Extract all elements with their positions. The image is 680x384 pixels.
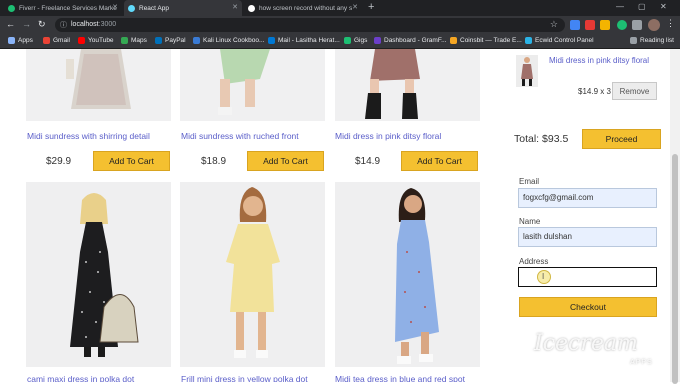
grammarly-extension-icon[interactable] [617,20,627,30]
puzzle-extensions-icon[interactable] [632,20,642,30]
product-title[interactable]: cami maxi dress in polka dot [27,374,134,382]
watermark-subtext: APPS [630,359,653,366]
add-to-cart-button[interactable]: Add To Cart [401,151,478,171]
product-image[interactable] [26,182,171,367]
react-favicon-icon [128,4,135,12]
bookmark-star-icon[interactable]: ☆ [550,19,558,30]
cart-item-thumbnail [516,55,538,87]
address-label: Address [519,257,549,266]
remove-button[interactable]: Remove [612,82,657,100]
close-icon[interactable]: ✕ [112,3,118,11]
close-window-button[interactable]: ✕ [660,2,667,11]
vertical-scrollbar[interactable] [670,49,680,384]
checkout-button[interactable]: Checkout [519,297,657,317]
maximize-button[interactable]: ▢ [638,2,646,11]
email-field[interactable]: fogxcfg@gmail.com [518,188,657,208]
new-tab-button[interactable]: + [368,1,374,13]
address-bar-row: ← → ↻ ⓘ localhost:3000 ☆ ⋮ [0,16,680,34]
paypal-icon [155,37,162,44]
site-info-icon[interactable]: ⓘ [60,20,67,30]
reading-list-icon [630,37,637,44]
bookmark-kali[interactable]: Kali Linux Cookboo... [193,37,264,44]
url-bar[interactable]: ⓘ localhost:3000 ☆ [55,18,565,32]
mouse-cursor-highlight: I [537,270,551,284]
product-title[interactable]: Midi sundress with ruched front [181,131,299,141]
bookmark-dashboard[interactable]: Dashboard - GramF... [374,37,447,44]
ecwid-icon [525,37,532,44]
dashboard-icon [374,37,381,44]
close-icon[interactable]: ✕ [352,3,358,11]
product-image[interactable] [335,49,480,121]
bookmark-paypal[interactable]: PayPal [155,37,186,44]
bookmark-youtube[interactable]: YouTube [78,37,114,44]
product-image[interactable] [180,49,325,121]
product-price: $18.9 [201,156,227,167]
watermark-text: Icecream [534,331,638,356]
add-to-cart-button[interactable]: Add To Cart [247,151,324,171]
kali-icon [193,37,200,44]
add-to-cart-button[interactable]: Add To Cart [93,151,170,171]
bookmark-gmail[interactable]: Gmail [43,37,70,44]
pdf-extension-icon[interactable] [585,20,595,30]
bookmarks-bar: Apps Gmail YouTube Maps PayPal Kali Linu… [0,34,680,49]
proceed-button[interactable]: Proceed [582,129,661,149]
profile-avatar[interactable] [648,19,660,31]
gmail-icon [43,37,50,44]
scrollbar-thumb[interactable] [672,154,678,384]
coinsbit-icon [450,37,457,44]
menu-kebab-icon[interactable]: ⋮ [666,18,675,29]
product-image[interactable] [180,182,325,367]
google-favicon-icon [248,4,255,12]
name-field[interactable]: lasith dulshan [518,227,657,247]
minimize-button[interactable]: — [616,2,624,11]
extension-icon[interactable] [570,20,580,30]
apps-grid-icon [8,37,15,44]
product-title[interactable]: Midi sundress with shirring detail [27,131,150,141]
product-price: $14.9 [355,156,381,167]
cart-item-quantity: $14.9 x 3 [578,87,611,96]
text-cursor-icon: I [542,272,545,281]
product-title[interactable]: Midi tea dress in blue and red spot [335,374,465,382]
tab-react-app[interactable]: React App ✕ [124,0,242,16]
extension-icon[interactable] [600,20,610,30]
tab-search[interactable]: how screen record without any s ✕ [244,0,362,16]
bookmark-coinsbit[interactable]: Coinsbit — Trade E... [450,37,522,44]
page-content: Midi sundress with shirring detail Midi … [0,49,670,382]
name-label: Name [519,217,541,226]
tab-title: Fiverr - Freelance Services Marke [19,4,117,12]
tab-title: React App [139,4,169,12]
close-icon[interactable]: ✕ [232,3,238,11]
bookmark-maps[interactable]: Maps [121,37,147,44]
fiverr-favicon-icon [8,4,15,12]
bookmark-mail[interactable]: Mail - Lasitha Herat... [268,37,340,44]
cart-item-name[interactable]: Midi dress in pink ditsy floral [549,56,659,66]
url-text: localhost:3000 [71,21,117,28]
bookmark-ecwid[interactable]: Ecwid Control Panel [525,37,594,44]
cart-total: Total: $93.5 [514,133,569,145]
product-title[interactable]: Frill mini dress in yellow polka dot [181,374,308,382]
product-image[interactable] [335,182,480,367]
back-arrow-icon[interactable]: ← [6,19,15,29]
forward-arrow-icon[interactable]: → [22,19,31,29]
youtube-icon [78,37,85,44]
watermark: Icecream APPS [520,331,652,376]
product-title[interactable]: Midi dress in pink ditsy floral [335,131,441,141]
tab-title: how screen record without any s [259,4,353,12]
bookmark-apps[interactable]: Apps [8,37,33,44]
product-price: $29.9 [46,156,72,167]
tab-fiverr[interactable]: Fiverr - Freelance Services Marke ✕ [4,0,122,16]
bookmark-reading-list[interactable]: Reading list [630,37,674,44]
bookmark-gigs[interactable]: Gigs [344,37,367,44]
fiverr-icon [344,37,351,44]
reload-icon[interactable]: ↻ [38,19,46,30]
mail-icon [268,37,275,44]
product-image[interactable] [26,49,171,121]
browser-tab-strip: Fiverr - Freelance Services Marke ✕ Reac… [0,0,680,16]
maps-icon [121,37,128,44]
email-label: Email [519,177,540,186]
